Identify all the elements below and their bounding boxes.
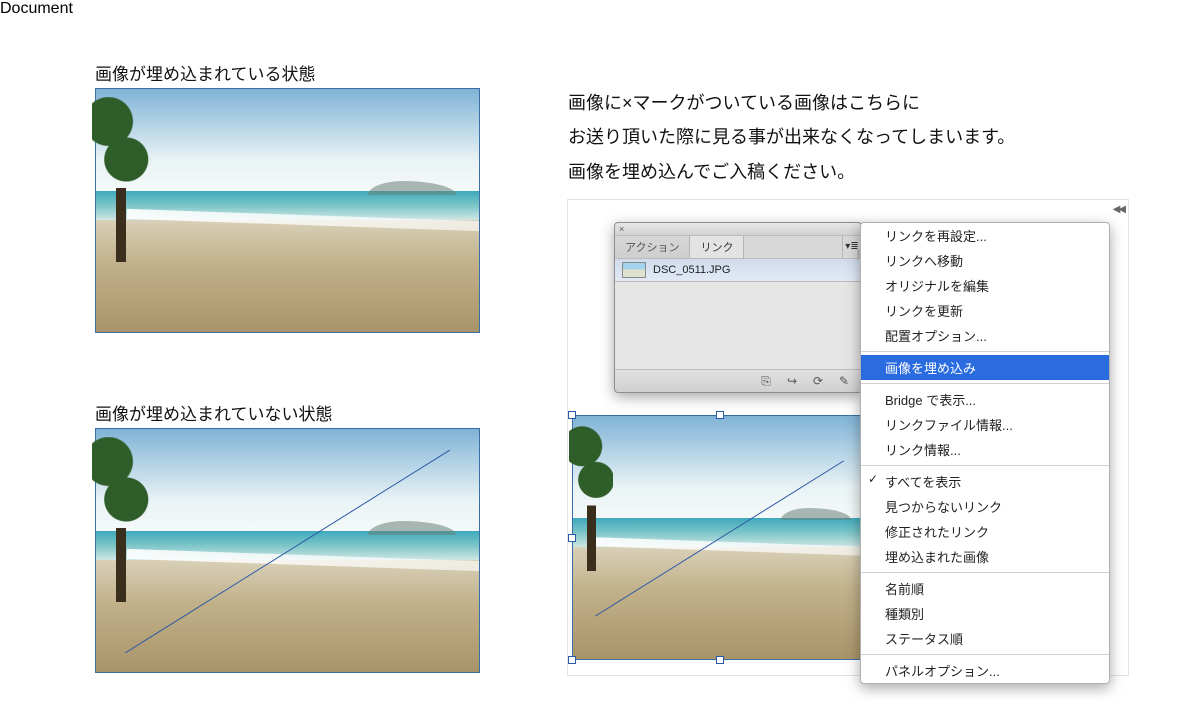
image-not-embedded (95, 428, 480, 673)
tab-links[interactable]: リンク (690, 236, 744, 258)
mi-sort-name[interactable]: 名前順 (861, 576, 1109, 601)
selected-placed-image[interactable] (572, 415, 867, 660)
screenshot-panel-area: ◀◀ × アクション リンク ▾≣ DSC_0511.JPG (567, 199, 1129, 676)
beach-image (95, 88, 480, 333)
mi-embedded[interactable]: 埋め込まれた画像 (861, 544, 1109, 569)
mi-placeopt[interactable]: 配置オプション... (861, 323, 1109, 348)
mi-sort-status[interactable]: ステータス順 (861, 626, 1109, 651)
caption-not-embedded: 画像が埋め込まれていない状態 (95, 400, 333, 425)
desc-line-2: お送り頂いた際に見る事が出来なくなってしまいます。 (568, 121, 1015, 154)
links-palette[interactable]: × アクション リンク ▾≣ DSC_0511.JPG ⎘ ↪ ⟳ ✎ (614, 222, 862, 393)
mi-panel-options[interactable]: パネルオプション... (861, 658, 1109, 683)
mi-goto[interactable]: リンクへ移動 (861, 248, 1109, 273)
mi-fileinfo[interactable]: リンクファイル情報... (861, 412, 1109, 437)
link-list[interactable]: DSC_0511.JPG (615, 258, 861, 369)
mi-sort-kind[interactable]: 種類別 (861, 601, 1109, 626)
chain-link-icon[interactable]: ⎘ (759, 374, 773, 389)
palette-close-icon[interactable]: × (619, 224, 624, 234)
link-row[interactable]: DSC_0511.JPG (615, 259, 861, 282)
goto-link-icon[interactable]: ↪ (785, 374, 799, 388)
mi-editorig[interactable]: オリジナルを編集 (861, 273, 1109, 298)
panel-grip-icon: ◀◀ (1113, 204, 1124, 215)
caption-embedded: 画像が埋め込まれている状態 (95, 60, 316, 85)
desc-line-1: 画像に×マークがついている画像はこちらに (568, 87, 920, 120)
mi-update[interactable]: リンクを更新 (861, 298, 1109, 323)
desc-line-3: 画像を埋め込んでご入稿ください。 (568, 156, 855, 189)
image-embedded (95, 88, 480, 333)
palette-header[interactable]: × (615, 223, 861, 236)
link-thumbnail-icon (622, 262, 646, 278)
refresh-icon[interactable]: ⟳ (811, 374, 825, 388)
mi-embed-image[interactable]: 画像を埋め込み (861, 355, 1109, 380)
beach-image-xmark (95, 428, 480, 673)
links-dropdown-menu[interactable]: リンクを再設定... リンクへ移動 オリジナルを編集 リンクを更新 配置オプショ… (860, 222, 1110, 684)
link-filename: DSC_0511.JPG (653, 264, 730, 276)
mi-bridge[interactable]: Bridge で表示... (861, 387, 1109, 412)
mi-relink[interactable]: リンクを再設定... (861, 223, 1109, 248)
mi-linkinfo[interactable]: リンク情報... (861, 437, 1109, 462)
mi-missing[interactable]: 見つからないリンク (861, 494, 1109, 519)
tab-action[interactable]: アクション (615, 236, 690, 258)
mi-modified[interactable]: 修正されたリンク (861, 519, 1109, 544)
edit-icon[interactable]: ✎ (837, 374, 851, 388)
mi-showall[interactable]: すべてを表示 (861, 469, 1109, 494)
